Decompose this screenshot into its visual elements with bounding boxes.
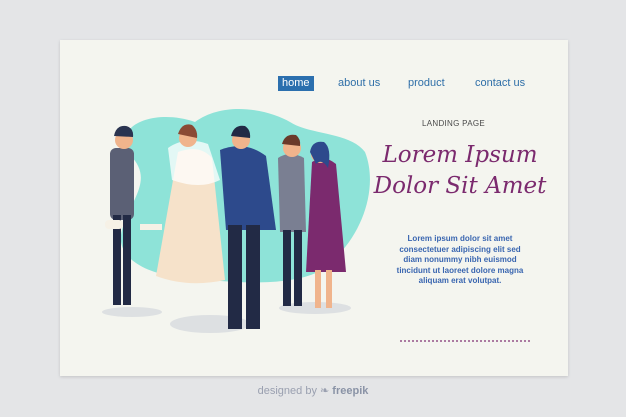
guest-left-figure — [105, 125, 134, 305]
landing-card: home about us product contact us LANDING… — [60, 40, 568, 376]
floor-shadow — [102, 307, 162, 317]
footer-credit: designed by ❧ freepik — [0, 384, 626, 397]
wedding-illustration — [102, 108, 370, 333]
hero-body-text: Lorem ipsum dolor sit amet consectetuer … — [396, 234, 524, 285]
footer-brand[interactable]: freepik — [332, 385, 368, 397]
decorative-divider — [400, 340, 530, 342]
hero-headline: Lorem Ipsum Dolor Sit Amet — [370, 140, 550, 202]
headline-line-1: Lorem Ipsum — [382, 142, 538, 168]
landing-kicker: LANDING PAGE — [422, 119, 486, 128]
headline-line-2: Dolor Sit Amet — [373, 173, 547, 199]
freepik-logo-icon: ❧ — [320, 385, 330, 397]
footer-prefix: designed by — [257, 385, 317, 397]
